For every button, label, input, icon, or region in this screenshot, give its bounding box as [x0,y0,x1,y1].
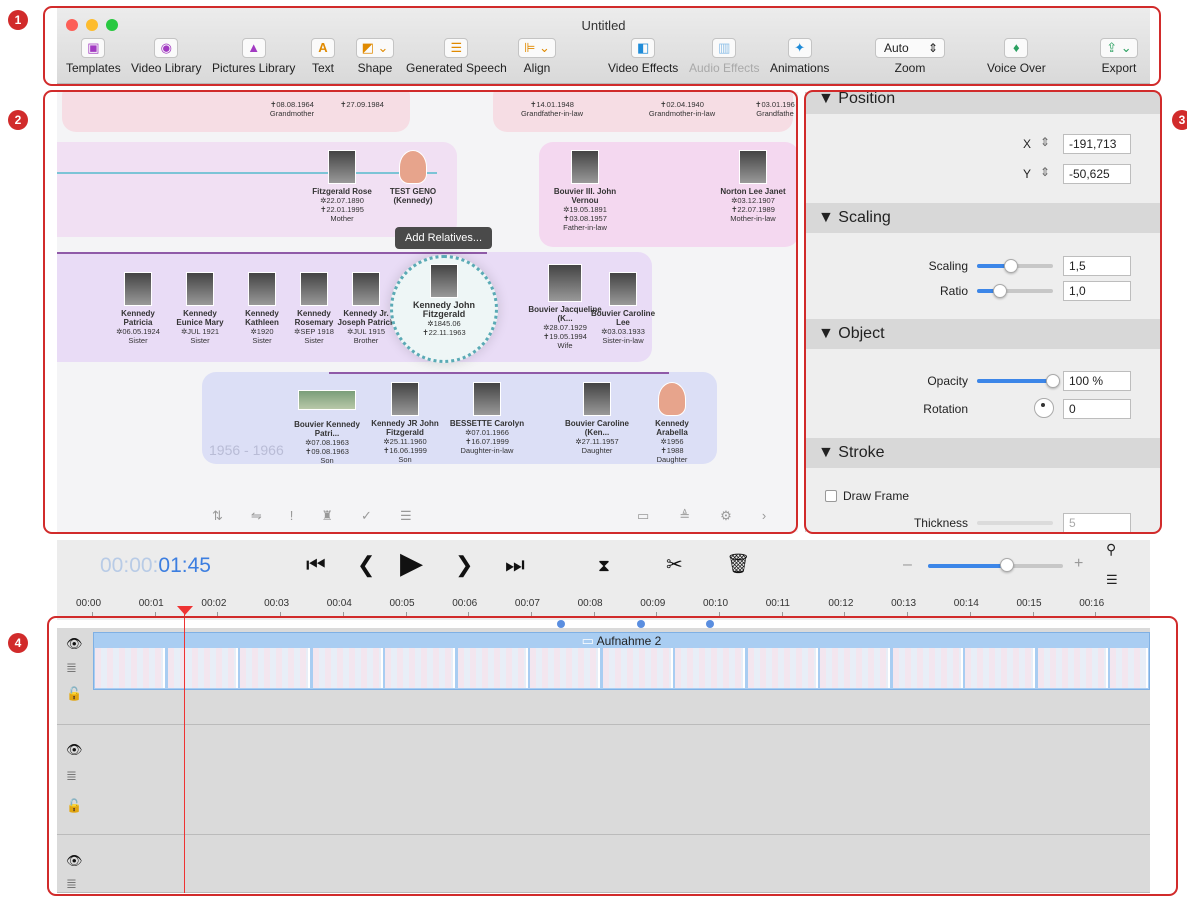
callout-badge: 2 [8,110,28,130]
previous-frame-button[interactable]: ❮ [357,552,375,578]
timecode-display: 00:00:01:45 [100,554,211,577]
zoom-in-icon[interactable]: + [1074,555,1083,573]
ruler-label: 00:11 [765,598,790,609]
callout-box-inspector [804,90,1162,534]
ruler-label: 00:00 [76,598,102,609]
ruler-label: 00:05 [389,598,415,609]
ruler-label: 00:07 [514,598,540,609]
ruler-label: 00:16 [1079,598,1105,609]
ruler-label: 00:06 [452,598,478,609]
ruler-label: 00:10 [703,598,729,609]
callout-box-toolbar [43,6,1161,86]
timeline-zoom-knob[interactable] [1000,558,1014,572]
callout-badge: 3 [1172,110,1187,130]
ruler-label: 00:14 [953,598,979,609]
scissors-icon[interactable]: ✂ [666,552,683,577]
ruler-label: 00:09 [640,598,666,609]
list-icon[interactable]: ☰ [1106,572,1118,588]
timeline-zoom-slider[interactable] [928,564,1063,568]
ruler-label: 00:13 [891,598,917,609]
playhead-marker[interactable] [177,606,193,615]
trash-icon[interactable]: 🗑 [726,552,750,576]
callout-badge: 1 [8,10,28,30]
callout-box-canvas [43,90,798,534]
split-marker-icon[interactable]: ⧗ [598,556,610,576]
ruler-label: 00:15 [1016,598,1042,609]
ruler-label: 00:04 [326,598,352,609]
next-frame-button[interactable]: ❯ [455,552,473,578]
ruler-label: 00:03 [264,598,290,609]
search-icon[interactable]: ⚲ [1106,541,1116,558]
callout-box-timeline [47,616,1178,896]
ruler-label: 00:01 [138,598,164,609]
skip-to-start-button[interactable]: ⏮ [306,552,326,578]
ruler-label: 00:08 [577,598,603,609]
ruler-label: 00:02 [201,598,227,609]
skip-to-end-button[interactable]: ⏭ [505,552,525,578]
zoom-out-icon[interactable]: – [903,556,912,574]
play-button[interactable]: ▶ [400,546,423,581]
callout-badge: 4 [8,633,28,653]
ruler-label: 00:12 [828,598,854,609]
